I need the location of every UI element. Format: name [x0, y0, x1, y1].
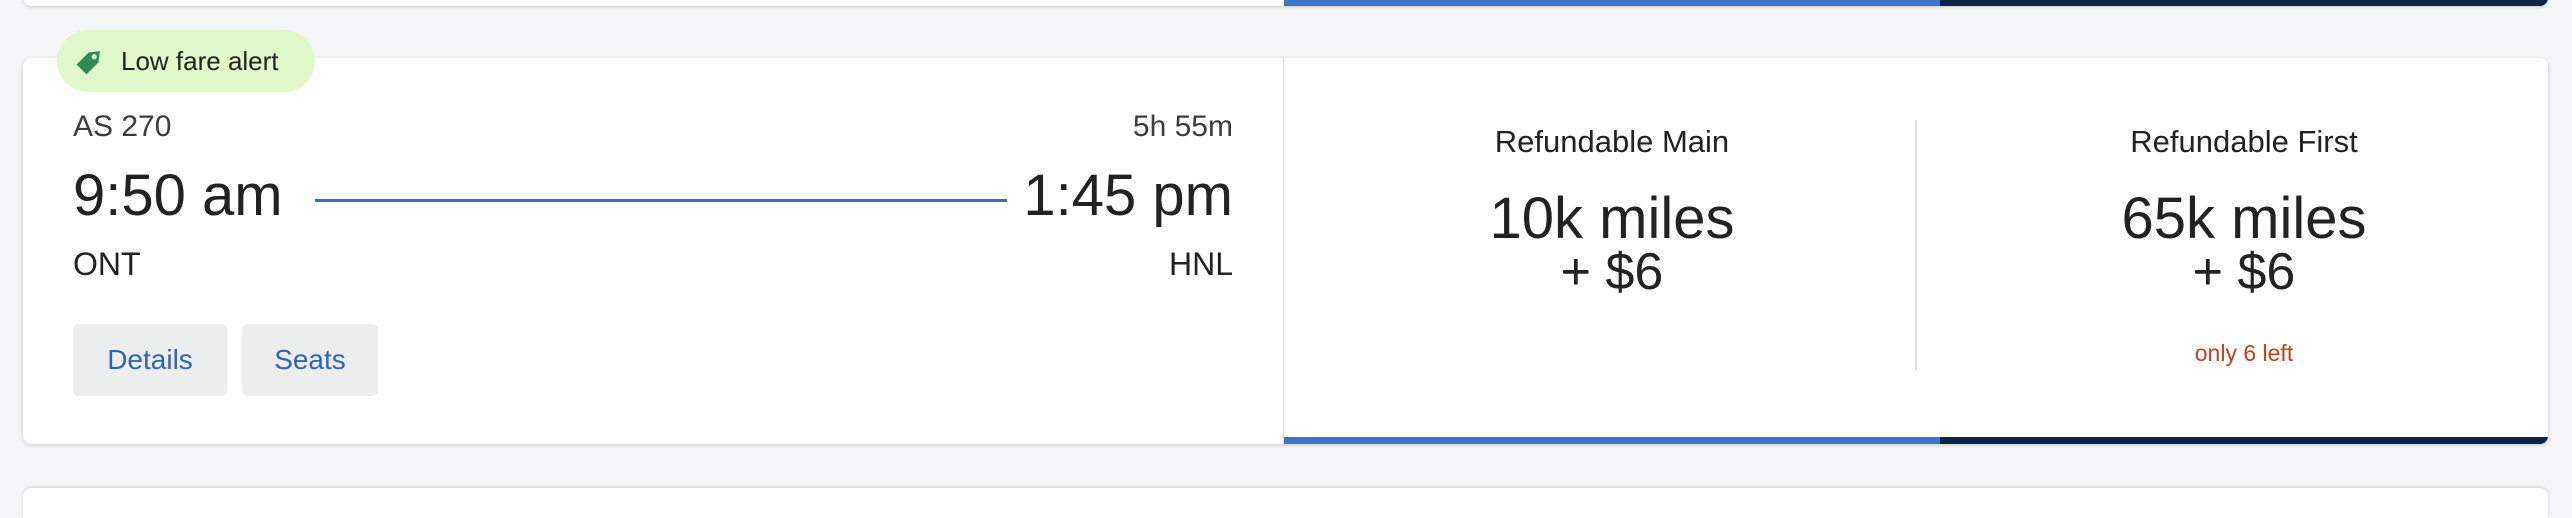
flight-number: AS 270 — [73, 110, 172, 143]
first-fare-bar — [1940, 437, 2548, 444]
fare-option-refundable-first[interactable]: Refundable First 65k miles + $6 only 6 l… — [1940, 58, 2548, 444]
arrival-airport: HNL — [1168, 246, 1233, 282]
previous-flight-card — [23, 0, 2548, 6]
flight-summary: AS 270 5h 55m 9:50 am 1:45 pm ONT HNL De… — [23, 58, 1284, 444]
low-fare-alert-badge: Low fare alert — [57, 30, 315, 92]
fare-cash: + $6 — [1560, 243, 1664, 301]
fare-miles: 10k miles — [1489, 186, 1735, 251]
flight-duration: 5h 55m — [1132, 110, 1233, 143]
previous-main-fare-bar — [1284, 0, 1940, 6]
fare-name: Refundable Main — [1494, 124, 1730, 159]
badge-label: Low fare alert — [121, 45, 279, 76]
fare-cash: + $6 — [2192, 243, 2296, 301]
fare-option-refundable-main[interactable]: Refundable Main 10k miles + $6 — [1284, 58, 1940, 444]
flight-card: AS 270 5h 55m 9:50 am 1:45 pm ONT HNL De… — [23, 58, 2548, 444]
fare-availability-note: only 6 left — [2194, 340, 2294, 366]
fare-divider — [1915, 120, 1917, 370]
next-flight-card — [23, 488, 2548, 518]
seats-button[interactable]: Seats — [242, 324, 378, 396]
details-button[interactable]: Details — [73, 324, 227, 396]
main-fare-bar — [1284, 437, 1940, 444]
previous-first-fare-bar — [1940, 0, 2548, 6]
price-tag-icon — [69, 40, 111, 82]
departure-time: 9:50 am — [73, 163, 283, 228]
departure-airport: ONT — [73, 246, 141, 282]
arrival-time: 1:45 pm — [1023, 163, 1233, 228]
fare-name: Refundable First — [2130, 124, 2358, 159]
fare-miles: 65k miles — [2121, 186, 2367, 251]
route-line — [315, 199, 1007, 202]
